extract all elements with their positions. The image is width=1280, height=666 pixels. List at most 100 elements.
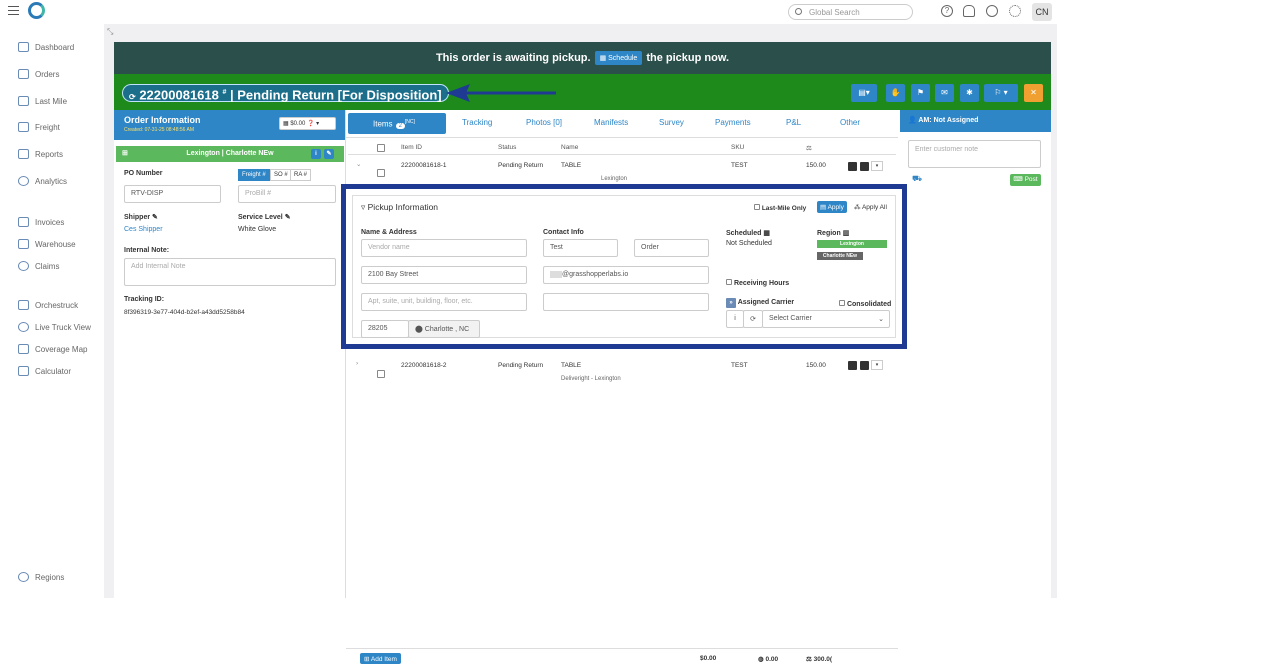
row-collapse-chevron[interactable]: ⌄ <box>356 160 361 168</box>
edit-icon[interactable] <box>848 361 857 370</box>
edit-icon[interactable] <box>848 162 857 171</box>
tab-bar: Items 2[NC] Tracking Photos [0] Manifests… <box>346 110 898 138</box>
select-all-checkbox[interactable] <box>377 144 385 152</box>
map-icon[interactable]: ▥ <box>843 230 850 237</box>
tab-other[interactable]: Other <box>840 118 860 127</box>
copy-icon[interactable]: # <box>222 89 226 96</box>
row-checkbox[interactable] <box>377 169 385 177</box>
tab-manifests[interactable]: Manifests <box>594 118 628 127</box>
help-icon[interactable]: ? <box>941 5 953 17</box>
sidebar-item-reports[interactable]: Reports <box>18 149 63 159</box>
flag-dropdown-button[interactable]: ⚐ ▾ <box>984 84 1018 102</box>
tab-survey[interactable]: Survey <box>659 118 684 127</box>
item-id[interactable]: 22200081618-2 <box>401 362 447 369</box>
mail-icon[interactable]: ✉ <box>935 84 954 102</box>
expand-icon[interactable]: ⤡ <box>107 27 113 37</box>
sidebar-item-warehouse[interactable]: Warehouse <box>18 239 76 249</box>
row-checkbox[interactable] <box>377 370 385 378</box>
tab-payments[interactable]: Payments <box>715 118 751 127</box>
so-number-pill[interactable]: SO # <box>270 169 292 181</box>
apt-suite-input[interactable]: Apt, suite, unit, building, floor, etc. <box>361 293 527 311</box>
edit-icon[interactable]: ✎ <box>285 214 291 221</box>
last-mile-only-checkbox[interactable] <box>754 204 760 210</box>
menu-icon[interactable] <box>8 6 19 15</box>
carrier-select[interactable]: Select Carrier ⌄ <box>762 310 890 328</box>
consolidated-checkbox[interactable] <box>839 300 845 306</box>
street-address-input[interactable]: 2100 Bay Street <box>361 266 527 284</box>
tab-pnl[interactable]: P&L <box>786 118 801 127</box>
row-actions-dropdown[interactable]: ▾ <box>871 161 883 171</box>
consolidated-toggle[interactable]: Consolidated <box>839 300 891 308</box>
sidebar-item-claims[interactable]: Claims <box>18 261 59 271</box>
last-mile-only-toggle[interactable]: Last-Mile Only <box>754 204 806 212</box>
tab-items[interactable]: Items 2[NC] <box>348 113 446 134</box>
location-icon <box>18 322 29 332</box>
avatar[interactable]: CN <box>1032 3 1052 21</box>
ra-number-pill[interactable]: RA # <box>290 169 312 181</box>
edit-icon[interactable]: ✎ <box>152 214 158 221</box>
probill-input[interactable]: ProBill # <box>238 185 336 203</box>
po-number-input[interactable]: RTV-DISP <box>124 185 221 203</box>
customer-note-input[interactable]: Enter customer note <box>908 140 1041 168</box>
hand-icon[interactable]: ✋ <box>886 84 905 102</box>
sidebar-item-calculator[interactable]: Calculator <box>18 366 71 376</box>
sidebar-item-last-mile[interactable]: Last Mile <box>18 96 67 106</box>
contact-first-name-input[interactable]: Test <box>543 239 618 257</box>
barcode-icon[interactable] <box>860 162 869 171</box>
zip-code-input[interactable]: 28205 <box>361 320 409 338</box>
row-actions-dropdown[interactable]: ▾ <box>871 360 883 370</box>
sidebar-item-orders[interactable]: Orders <box>18 69 59 79</box>
apply-button[interactable]: ▤ Apply <box>817 201 847 213</box>
schedule-button[interactable]: ▦ Schedule <box>594 51 643 65</box>
flag-icon[interactable]: ⚑ <box>911 84 930 102</box>
sidebar-item-regions[interactable]: Regions <box>18 572 64 582</box>
vendor-name-input[interactable]: Vendor name <box>361 239 527 257</box>
add-item-button[interactable]: ⊞ Add Item <box>360 653 401 664</box>
sidebar-item-live-truck-view[interactable]: Live Truck View <box>18 322 91 332</box>
order-information-panel: Order Information Created: 07-31-25 08:4… <box>114 110 346 598</box>
sidebar-item-coverage-map[interactable]: Coverage Map <box>18 344 87 354</box>
post-button[interactable]: ⌨ Post <box>1010 174 1041 186</box>
contact-email-input[interactable]: @grasshopperlabs.io <box>543 266 709 284</box>
row-expand-chevron[interactable]: › <box>356 360 358 367</box>
sidebar-item-invoices[interactable]: Invoices <box>18 217 64 227</box>
freight-number-pill[interactable]: Freight # <box>238 169 270 181</box>
tab-tracking[interactable]: Tracking <box>462 118 492 127</box>
sidebar-item-analytics[interactable]: Analytics <box>18 176 67 186</box>
sidebar-item-dashboard[interactable]: Dashboard <box>18 42 74 52</box>
gear-icon[interactable] <box>1009 5 1021 17</box>
sidebar-item-label: Orders <box>35 69 60 79</box>
history-icon[interactable] <box>986 5 998 17</box>
bell-icon[interactable] <box>963 5 975 17</box>
refresh-icon[interactable]: ⟳ <box>743 310 763 328</box>
pickup-title[interactable]: ▿ Pickup Information <box>361 202 438 213</box>
scheduled-label-text: Scheduled <box>726 230 762 237</box>
global-search-input[interactable]: Global Search <box>788 4 913 20</box>
document-dropdown-button[interactable]: ▤▾ <box>851 84 877 102</box>
calendar-icon[interactable]: ▦ <box>763 230 770 237</box>
balance-dropdown[interactable]: ▦ $0.00 ❓ ▾ <box>279 117 336 130</box>
shipper-link[interactable]: Ces Shipper <box>124 226 163 233</box>
info-icon[interactable]: i <box>726 310 744 328</box>
sidebar-item-label: Last Mile <box>35 96 68 106</box>
contact-last-name-input[interactable]: Order <box>634 239 709 257</box>
close-icon[interactable]: ✕ <box>1024 84 1043 102</box>
contact-info-label: Contact Info <box>543 229 584 236</box>
po-number-label: PO Number <box>124 170 163 177</box>
contact-phone-input[interactable] <box>543 293 709 311</box>
edit-icon[interactable]: ✎ <box>324 149 334 159</box>
app-logo[interactable] <box>28 2 45 19</box>
barcode-icon[interactable] <box>860 361 869 370</box>
item-id[interactable]: 22200081618-1 <box>401 162 447 169</box>
refresh-icon[interactable]: ⟳ <box>129 92 136 101</box>
apply-all-button[interactable]: ⁂ Apply All <box>851 201 890 213</box>
sidebar-item-orchestruck[interactable]: Orchestruck <box>18 300 78 310</box>
plus-icon[interactable]: ⊞ <box>122 146 128 162</box>
tab-photos[interactable]: Photos [0] <box>526 118 562 127</box>
sidebar-item-freight[interactable]: Freight <box>18 122 60 132</box>
receiving-hours-checkbox[interactable] <box>726 279 732 285</box>
receiving-hours-toggle[interactable]: Receiving Hours <box>726 279 789 287</box>
info-icon[interactable]: i <box>311 149 321 159</box>
internal-note-input[interactable]: Add Internal Note <box>124 258 336 286</box>
settings-icon[interactable]: ✱ <box>960 84 979 102</box>
